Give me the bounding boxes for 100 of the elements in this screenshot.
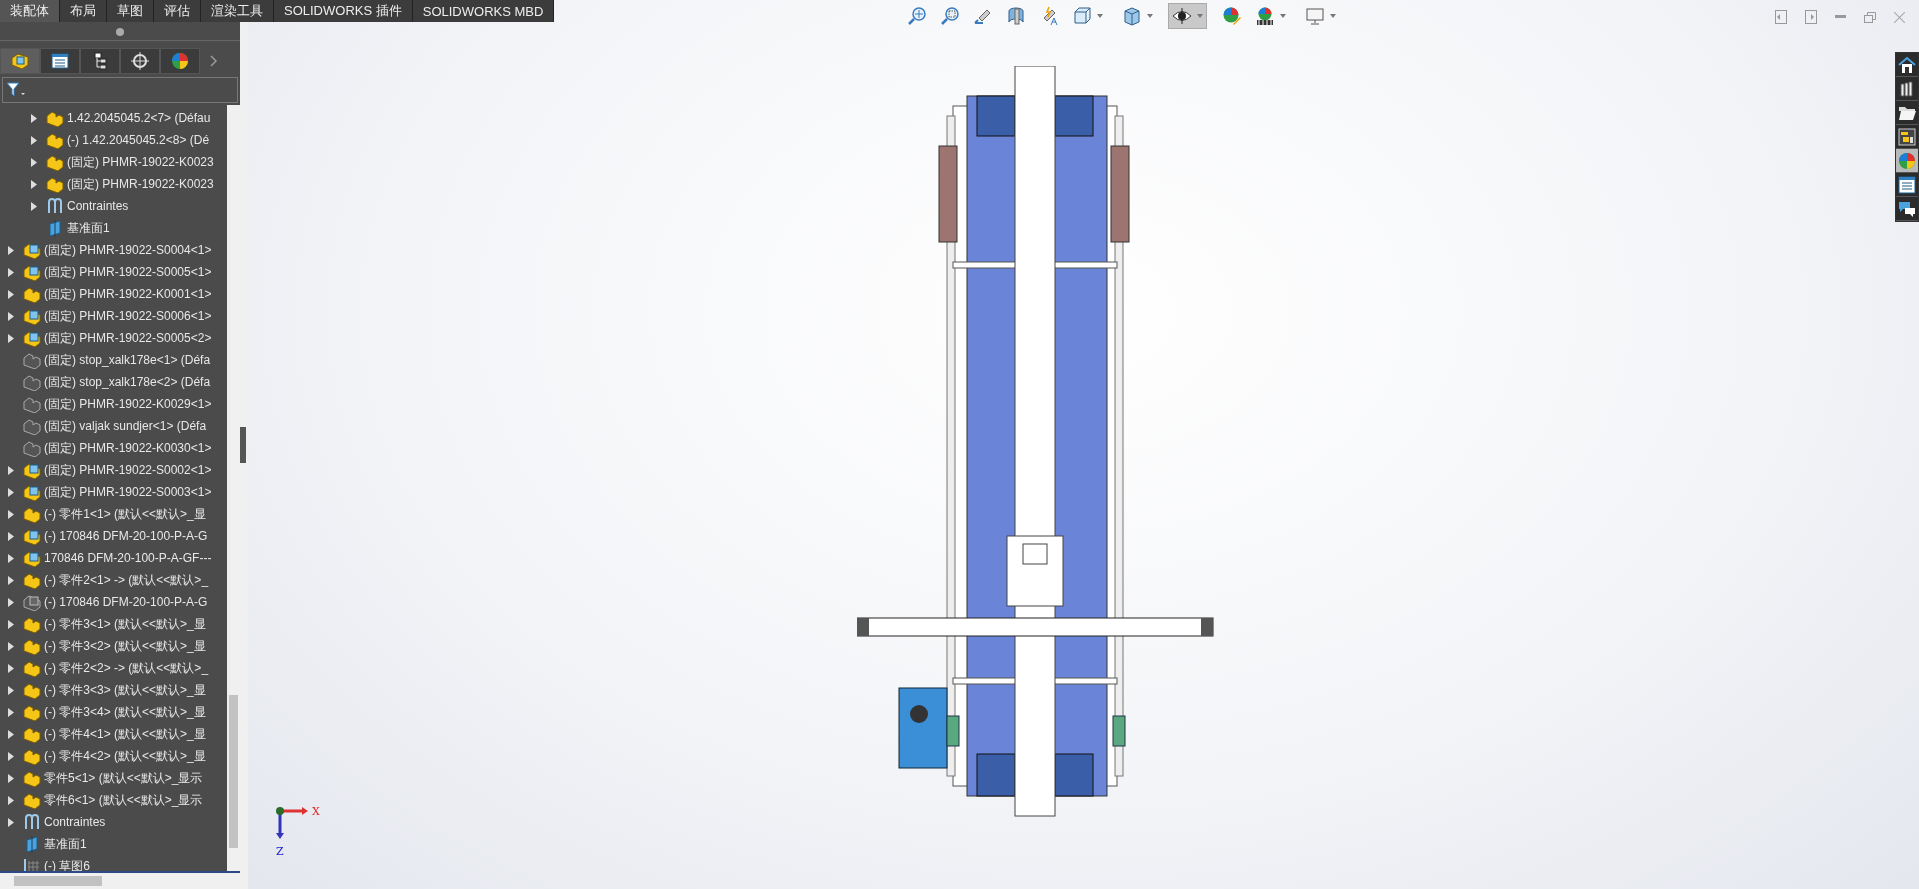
expand-arrow-icon[interactable] (8, 817, 14, 827)
tree-item-label[interactable]: (固定) PHMR-19022-S0006<1> (44, 307, 212, 325)
tree-item-label[interactable]: (-) 170846 DFM-20-100-P-A-G (44, 595, 208, 609)
tree-item-label[interactable]: (固定) valjak sundjer<1> (Défa (44, 417, 207, 435)
view-toolbar-button[interactable] (1168, 3, 1207, 29)
expand-arrow-icon[interactable] (8, 707, 14, 717)
tree-item-label[interactable]: 基准面1 (67, 219, 110, 237)
tree-item-label[interactable]: Contraintes (67, 199, 129, 213)
tree-item-label[interactable]: (固定) PHMR-19022-S0005<1> (44, 263, 212, 281)
tree-item-label[interactable]: 1.42.2045045.2<7> (Défau (67, 111, 211, 125)
tree-item-label[interactable]: (-) 零件4<1> (默认<<默认>_显 (44, 725, 206, 743)
tree-item-label[interactable]: (-) 零件3<4> (默认<<默认>_显 (44, 703, 206, 721)
caret-icon[interactable] (1147, 14, 1153, 18)
tree-item-label[interactable]: (-) 170846 DFM-20-100-P-A-G (44, 529, 208, 543)
filter-icon[interactable] (6, 82, 26, 98)
expand-arrow-icon[interactable] (31, 201, 37, 211)
expand-arrow-icon[interactable] (8, 773, 14, 783)
tree-item-label[interactable]: (固定) PHMR-19022-K0001<1> (44, 285, 212, 303)
assembly-icon (23, 483, 41, 501)
part-icon (23, 351, 41, 369)
horizontal-scrollbar[interactable] (0, 871, 240, 889)
magnifier-icon (907, 6, 927, 26)
tree-item-label[interactable]: Contraintes (44, 815, 106, 829)
zoom-area-icon (940, 6, 960, 26)
tree-item-label[interactable]: (固定) PHMR-19022-S0003<1> (44, 483, 212, 501)
tree-item-label[interactable]: (-) 零件3<2> (默认<<默认>_显 (44, 637, 206, 655)
caret-icon[interactable] (1330, 14, 1336, 18)
expand-arrow-icon[interactable] (8, 729, 14, 739)
task-pane-tab[interactable] (1896, 173, 1918, 197)
expand-arrow-icon[interactable] (31, 135, 37, 145)
expand-arrow-icon[interactable] (8, 795, 14, 805)
tree-item-label[interactable]: (-) 零件3<3> (默认<<默认>_显 (44, 681, 206, 699)
tree-item-label[interactable]: (固定) PHMR-19022-K0023 (67, 175, 214, 193)
expand-arrow-icon[interactable] (8, 619, 14, 629)
expand-arrow-icon[interactable] (8, 597, 14, 607)
expand-arrow-icon[interactable] (31, 113, 37, 123)
color-ball-icon (1898, 151, 1916, 170)
expand-arrow-icon[interactable] (8, 575, 14, 585)
command-tab[interactable]: 装配体 (0, 0, 60, 22)
tree-item-label[interactable]: 零件6<1> (默认<<默认>_显示 (44, 791, 203, 809)
tree-item-label[interactable]: (-) 零件2<1> -> (默认<<默认>_ (44, 571, 209, 589)
splitter-grip-icon[interactable] (116, 28, 124, 36)
tree-item-label[interactable]: (固定) stop_xalk178e<1> (Défa (44, 351, 211, 369)
task-pane-tab[interactable] (1896, 125, 1918, 149)
expand-arrow-icon[interactable] (8, 685, 14, 695)
tree-item-label[interactable]: (固定) stop_xalk178e<2> (Défa (44, 373, 211, 391)
part-icon (23, 659, 41, 677)
expand-arrow-icon[interactable] (8, 465, 14, 475)
task-pane-tab[interactable] (1896, 53, 1918, 77)
tree-item-label[interactable]: (-) 零件1<1> (默认<<默认>_显 (44, 505, 206, 523)
color-ball-icon (171, 52, 189, 70)
expand-arrow-icon[interactable] (8, 531, 14, 541)
tree-item-label[interactable]: 170846 DFM-20-100-P-A-GF--- (44, 551, 212, 565)
expand-arrow-icon[interactable] (8, 751, 14, 761)
command-tab[interactable]: 渲染工具 (201, 0, 274, 22)
part-icon (46, 131, 64, 149)
expand-arrow-icon[interactable] (8, 641, 14, 651)
tree-item-label[interactable]: 零件5<1> (默认<<默认>_显示 (44, 769, 203, 787)
tree-item-label[interactable]: (固定) PHMR-19022-S0004<1> (44, 241, 212, 259)
command-tab[interactable]: 草图 (107, 0, 154, 22)
expand-arrow-icon[interactable] (8, 509, 14, 519)
vertical-scrollbar[interactable] (227, 105, 240, 871)
caret-icon[interactable] (1280, 14, 1286, 18)
task-pane-tab[interactable] (1896, 101, 1918, 125)
expand-arrow-icon[interactable] (8, 289, 14, 299)
expand-arrow-icon[interactable] (31, 179, 37, 189)
caret-icon[interactable] (1097, 14, 1103, 18)
expand-arrow-icon[interactable] (8, 553, 14, 563)
tree-item-label[interactable]: (-) 零件2<2> -> (默认<<默认>_ (44, 659, 209, 677)
tree-item-label[interactable]: (固定) PHMR-19022-K0023 (67, 153, 214, 171)
tree-item-label[interactable]: (-) 零件3<1> (默认<<默认>_显 (44, 615, 206, 633)
panel-tab[interactable] (160, 48, 200, 74)
expand-arrow-icon[interactable] (8, 267, 14, 277)
panel-tab[interactable] (120, 48, 160, 74)
expand-arrow-icon[interactable] (8, 487, 14, 497)
tree-item-label[interactable]: 基准面1 (44, 835, 87, 853)
expand-arrow-icon[interactable] (31, 157, 37, 167)
chevron-right-icon[interactable] (210, 55, 218, 67)
expand-arrow-icon[interactable] (8, 663, 14, 673)
command-tab[interactable]: SOLIDWORKS 插件 (274, 0, 413, 22)
tree-item-label[interactable]: (-) 零件4<2> (默认<<默认>_显 (44, 747, 206, 765)
expand-arrow-icon[interactable] (8, 333, 14, 343)
panel-tab[interactable] (0, 48, 40, 74)
section-view-icon (1006, 6, 1026, 26)
command-tab[interactable]: 布局 (60, 0, 107, 22)
caret-icon[interactable] (1197, 14, 1203, 18)
tree-item-label[interactable]: (-) 1.42.2045045.2<8> (Dé (67, 133, 210, 147)
command-tab[interactable]: 评估 (154, 0, 201, 22)
panel-collapse-handle[interactable] (240, 426, 246, 463)
command-tab[interactable]: SOLIDWORKS MBD (412, 0, 555, 22)
panel-tab[interactable] (80, 48, 120, 74)
tree-item-label[interactable]: (固定) PHMR-19022-K0030<1> (44, 439, 212, 457)
tree-item-label[interactable]: (固定) PHMR-19022-S0005<2> (44, 329, 212, 347)
expand-arrow-icon[interactable] (8, 245, 14, 255)
expand-arrow-icon[interactable] (8, 311, 14, 321)
tree-item-label[interactable]: (固定) PHMR-19022-S0002<1> (44, 461, 212, 479)
task-pane-tab[interactable] (1896, 77, 1918, 101)
panel-tab[interactable] (40, 48, 80, 74)
task-pane-tab[interactable] (1896, 197, 1918, 221)
tree-item-label[interactable]: (固定) PHMR-19022-K0029<1> (44, 395, 212, 413)
